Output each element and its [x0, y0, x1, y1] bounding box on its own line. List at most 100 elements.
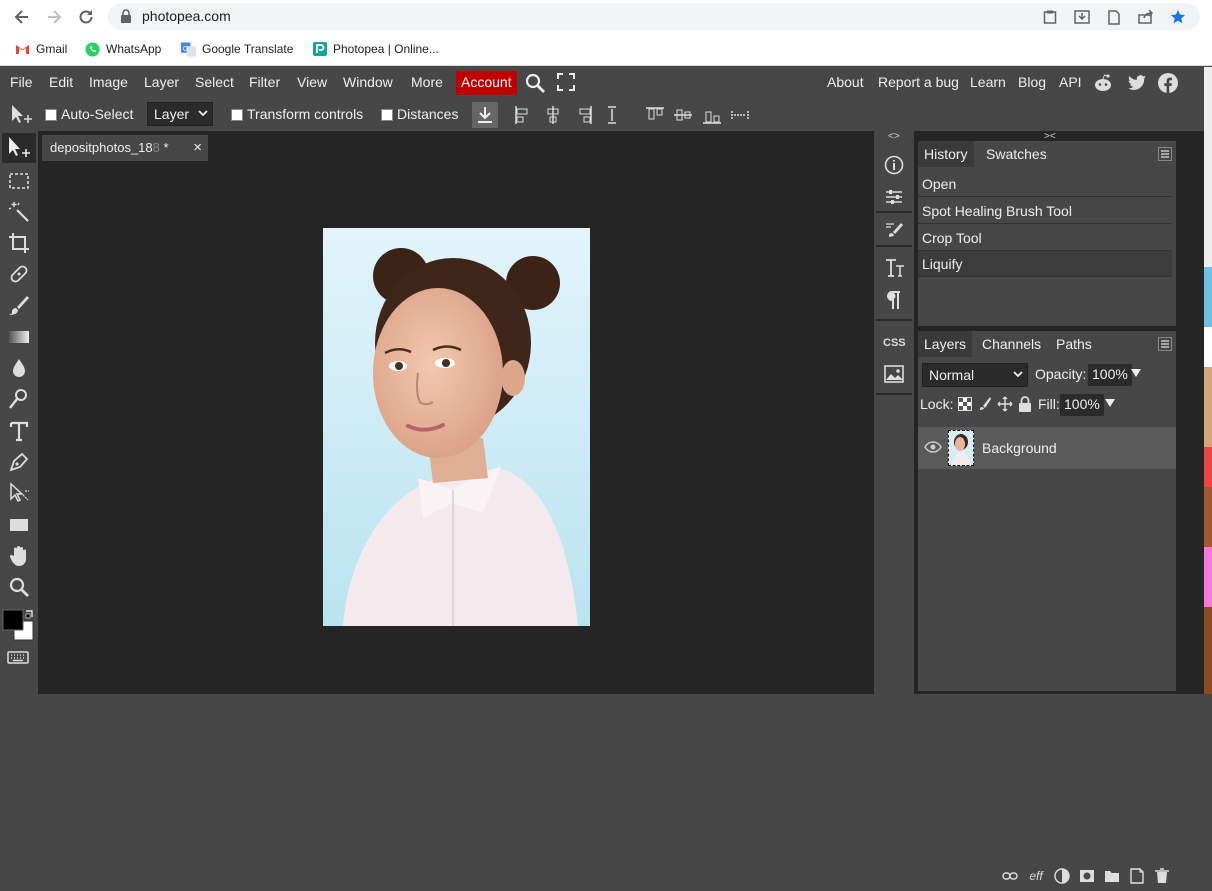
history-item[interactable]: Spot Healing Brush Tool [918, 198, 1172, 224]
tab-swatches[interactable]: Swatches [980, 141, 1053, 167]
address-bar[interactable]: photopea.com [108, 3, 1200, 30]
fullscreen-icon[interactable] [556, 72, 576, 92]
opacity-input[interactable]: 100% [1088, 364, 1132, 386]
install-app-icon[interactable] [1072, 7, 1092, 27]
css-icon[interactable]: CSS [883, 337, 906, 349]
dodge-tool-icon[interactable] [7, 387, 31, 411]
link-layers-icon[interactable] [1002, 868, 1018, 884]
menu-view[interactable]: View [297, 74, 327, 90]
new-layer-icon[interactable] [1129, 868, 1145, 884]
adjustments-icon[interactable] [884, 187, 904, 207]
menu-blog[interactable]: Blog [1018, 74, 1046, 90]
menu-file[interactable]: File [10, 74, 33, 90]
zoom-tool-icon[interactable] [7, 575, 31, 599]
layer-row-background[interactable]: Background [918, 427, 1176, 469]
distances-checkbox[interactable] [381, 109, 393, 121]
move-tool-options-icon[interactable] [9, 103, 32, 125]
reload-icon[interactable] [75, 6, 97, 28]
menu-learn[interactable]: Learn [970, 74, 1006, 90]
tab-paths[interactable]: Paths [1050, 331, 1098, 357]
character-icon[interactable] [884, 257, 904, 277]
lock-transparency-icon[interactable] [958, 397, 972, 411]
canvas-area[interactable]: depositphotos_188 * × [38, 131, 874, 694]
rectangle-tool-icon[interactable] [7, 513, 31, 537]
panel-menu-icon[interactable] [1158, 147, 1172, 161]
brush-settings-icon[interactable] [884, 221, 904, 241]
info-icon[interactable] [884, 155, 904, 175]
menu-api[interactable]: API [1059, 74, 1082, 90]
align-middle-v-icon[interactable] [672, 104, 694, 126]
image-icon[interactable] [884, 365, 904, 385]
history-item[interactable]: Crop Tool [918, 225, 1172, 251]
auto-select-target-select[interactable]: Layer [147, 102, 213, 126]
delete-layer-icon[interactable] [1154, 868, 1170, 884]
menu-more[interactable]: More [411, 74, 443, 90]
move-tool[interactable] [2, 133, 36, 163]
bookmark-whatsapp[interactable]: WhatsApp [85, 40, 161, 58]
lock-position-icon[interactable] [997, 396, 1013, 412]
menu-window[interactable]: Window [343, 74, 393, 90]
gradient-tool-icon[interactable] [7, 325, 31, 349]
align-left-icon[interactable] [512, 104, 534, 126]
document-tab[interactable]: depositphotos_188 * × [42, 135, 208, 161]
crop-tool-icon[interactable] [7, 231, 31, 255]
paragraph-icon[interactable] [884, 289, 904, 309]
healing-brush-tool-icon[interactable] [7, 262, 31, 286]
marquee-tool-icon[interactable] [7, 169, 31, 193]
back-arrow-icon[interactable] [11, 6, 33, 28]
reddit-icon[interactable] [1092, 72, 1114, 94]
align-bottom-icon[interactable] [701, 104, 723, 126]
type-tool-icon[interactable] [7, 419, 31, 443]
tab-layers[interactable]: Layers [918, 331, 973, 357]
auto-select-checkbox[interactable] [45, 109, 57, 121]
history-item[interactable]: Open [918, 171, 1172, 197]
adjustment-layer-icon[interactable] [1054, 868, 1070, 884]
lock-all-icon[interactable] [1018, 396, 1032, 412]
layer-name[interactable]: Background [982, 440, 1057, 456]
blur-tool-icon[interactable] [7, 356, 31, 380]
tab-history[interactable]: History [918, 141, 974, 167]
distribute-h-icon[interactable] [601, 104, 623, 126]
bookmark-gmail[interactable]: Gmail [15, 40, 67, 58]
bookmark-google-translate[interactable]: G Google Translate [181, 40, 293, 58]
menu-edit[interactable]: Edit [49, 74, 73, 90]
color-swatches[interactable] [2, 609, 36, 643]
distribute-v-icon[interactable] [729, 104, 751, 126]
eye-icon[interactable] [924, 440, 942, 454]
close-document-icon[interactable]: × [193, 139, 202, 156]
path-select-tool-icon[interactable] [7, 481, 31, 505]
align-right-icon[interactable] [573, 104, 595, 126]
menu-about[interactable]: About [827, 74, 864, 90]
lock-pixels-icon[interactable] [978, 396, 992, 412]
menu-select[interactable]: Select [195, 74, 234, 90]
forward-arrow-icon[interactable] [43, 6, 65, 28]
history-item[interactable]: Liquify [918, 251, 1172, 277]
facebook-icon[interactable] [1157, 72, 1179, 94]
new-group-icon[interactable] [1104, 868, 1120, 884]
panel-menu-icon[interactable] [1158, 337, 1172, 351]
fill-input[interactable]: 100% [1060, 394, 1104, 416]
document-canvas-image[interactable] [323, 228, 590, 626]
fill-dropdown-icon[interactable] [1105, 398, 1115, 408]
menu-layer[interactable]: Layer [144, 74, 179, 90]
align-center-h-icon[interactable] [542, 104, 564, 126]
tab-channels[interactable]: Channels [976, 331, 1047, 357]
transform-controls-checkbox[interactable] [231, 109, 243, 121]
layer-effects-icon[interactable]: eff [1027, 868, 1045, 884]
keyboard-icon[interactable] [6, 645, 30, 669]
layer-thumbnail[interactable] [948, 430, 974, 466]
share-icon[interactable] [1136, 7, 1156, 27]
opacity-dropdown-icon[interactable] [1131, 368, 1141, 378]
bookmark-star-icon[interactable] [1168, 7, 1188, 27]
bookmark-photopea[interactable]: Photopea | Online... [312, 40, 439, 58]
menu-image[interactable]: Image [89, 74, 128, 90]
search-icon[interactable] [524, 72, 546, 94]
download-button[interactable] [472, 102, 498, 128]
twitter-icon[interactable] [1126, 72, 1148, 94]
layer-mask-icon[interactable] [1079, 868, 1095, 884]
brush-tool-icon[interactable] [7, 293, 31, 317]
menu-filter[interactable]: Filter [249, 74, 280, 90]
page-icon[interactable] [1104, 7, 1124, 27]
tab-search-icon[interactable] [1040, 7, 1060, 27]
magic-wand-tool-icon[interactable] [7, 200, 31, 224]
